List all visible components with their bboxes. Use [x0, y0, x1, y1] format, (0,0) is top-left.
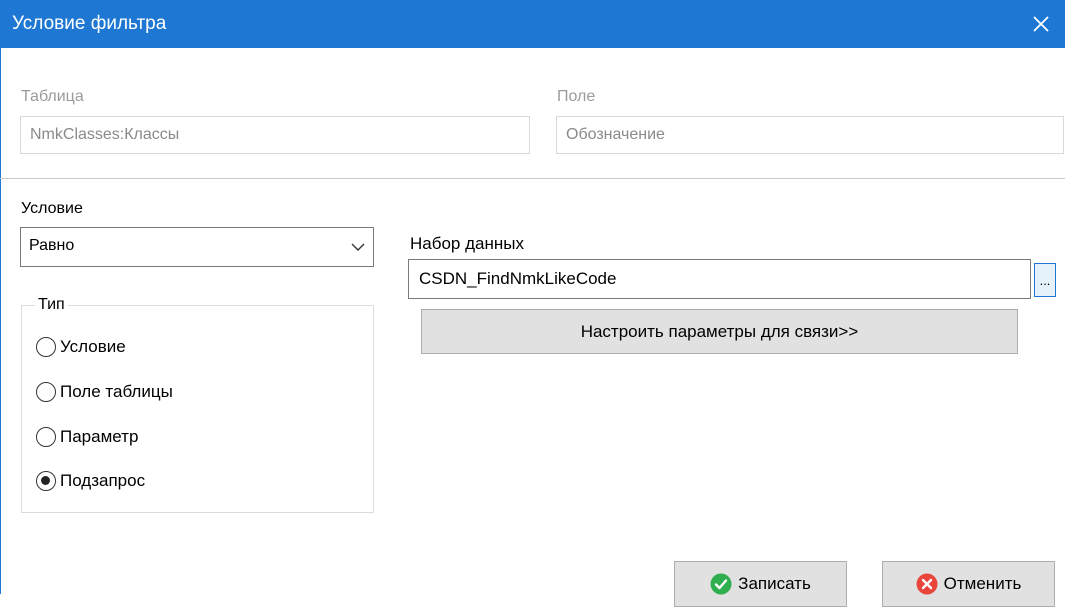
- save-button[interactable]: Записать: [674, 561, 847, 607]
- close-icon: [1033, 16, 1049, 32]
- dataset-input[interactable]: CSDN_FindNmkLikeCode: [408, 259, 1031, 299]
- x-circle-icon: [916, 573, 938, 595]
- cancel-button[interactable]: Отменить: [882, 561, 1055, 607]
- radio-label: Подзапрос: [60, 471, 146, 490]
- table-field: NmkClasses:Классы: [20, 116, 530, 154]
- radio-condition[interactable]: Условие: [36, 335, 126, 359]
- dataset-label: Набор данных: [410, 234, 524, 253]
- field-field: Обозначение: [556, 116, 1064, 154]
- radio-selected-icon: [36, 471, 56, 491]
- separator: [0, 178, 1065, 179]
- radio-subquery[interactable]: Подзапрос: [36, 469, 145, 493]
- save-button-label: Записать: [738, 574, 811, 593]
- browse-button[interactable]: ...: [1034, 263, 1056, 297]
- configure-link-params-button[interactable]: Настроить параметры для связи>>: [421, 309, 1018, 354]
- radio-circle-icon: [36, 382, 56, 402]
- cancel-button-label: Отменить: [943, 574, 1022, 593]
- radio-label: Параметр: [60, 427, 139, 446]
- radio-table-field[interactable]: Поле таблицы: [36, 380, 173, 404]
- condition-value: Равно: [29, 237, 75, 254]
- radio-label: Условие: [60, 337, 126, 356]
- condition-label: Условие: [21, 200, 83, 217]
- chevron-down-icon: [351, 243, 365, 251]
- radio-circle-icon: [36, 337, 56, 357]
- radio-label: Поле таблицы: [60, 382, 173, 401]
- title-bar: Условие фильтра: [0, 0, 1065, 48]
- condition-select[interactable]: Равно: [20, 227, 374, 267]
- table-label: Таблица: [21, 88, 84, 105]
- field-label: Поле: [557, 88, 596, 105]
- radio-circle-icon: [36, 427, 56, 447]
- type-group-title: Тип: [35, 296, 68, 314]
- close-button[interactable]: [1017, 0, 1065, 48]
- check-circle-icon: [710, 573, 732, 595]
- window-title: Условие фильтра: [12, 13, 167, 34]
- window-border: [0, 48, 1, 594]
- radio-parameter[interactable]: Параметр: [36, 425, 138, 449]
